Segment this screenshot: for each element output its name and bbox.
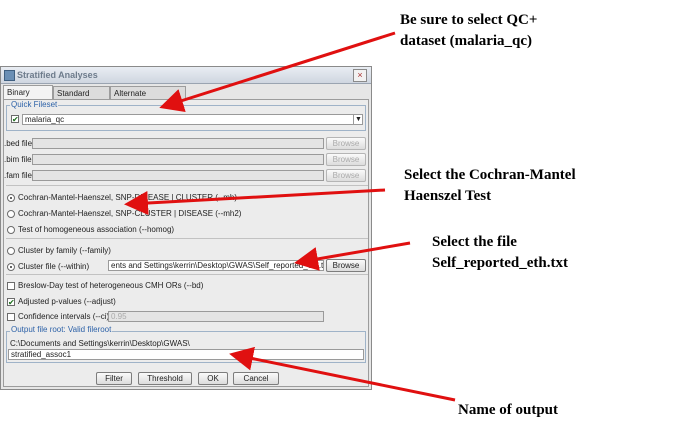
annotation-output: Name of output: [458, 400, 558, 421]
arrow-cmh: [124, 188, 386, 215]
annotation-cmh: Select the Cochran-Mantel Haenszel Test: [404, 165, 576, 207]
annotation-qc-line1: Be sure to select QC+: [400, 12, 538, 28]
arrow-file: [294, 241, 411, 271]
annotation-cmh-line1: Select the Cochran-Mantel: [404, 167, 576, 183]
arrow-output: [229, 346, 456, 402]
arrow-qc: [159, 31, 396, 112]
annotation-file-line1: Select the file: [432, 234, 517, 250]
annotation-qc-line2: dataset (malaria_qc): [400, 33, 533, 49]
annotation-cmh-line2: Haenszel Test: [404, 188, 492, 204]
annotation-output-label: Name of output: [458, 402, 558, 418]
annotation-arrows: [124, 31, 456, 402]
annotation-qc: Be sure to select QC+ dataset (malaria_q…: [400, 10, 537, 52]
annotation-file: Select the file Self_reported_eth.txt: [432, 232, 568, 274]
annotation-file-line2: Self_reported_eth.txt: [432, 255, 568, 271]
